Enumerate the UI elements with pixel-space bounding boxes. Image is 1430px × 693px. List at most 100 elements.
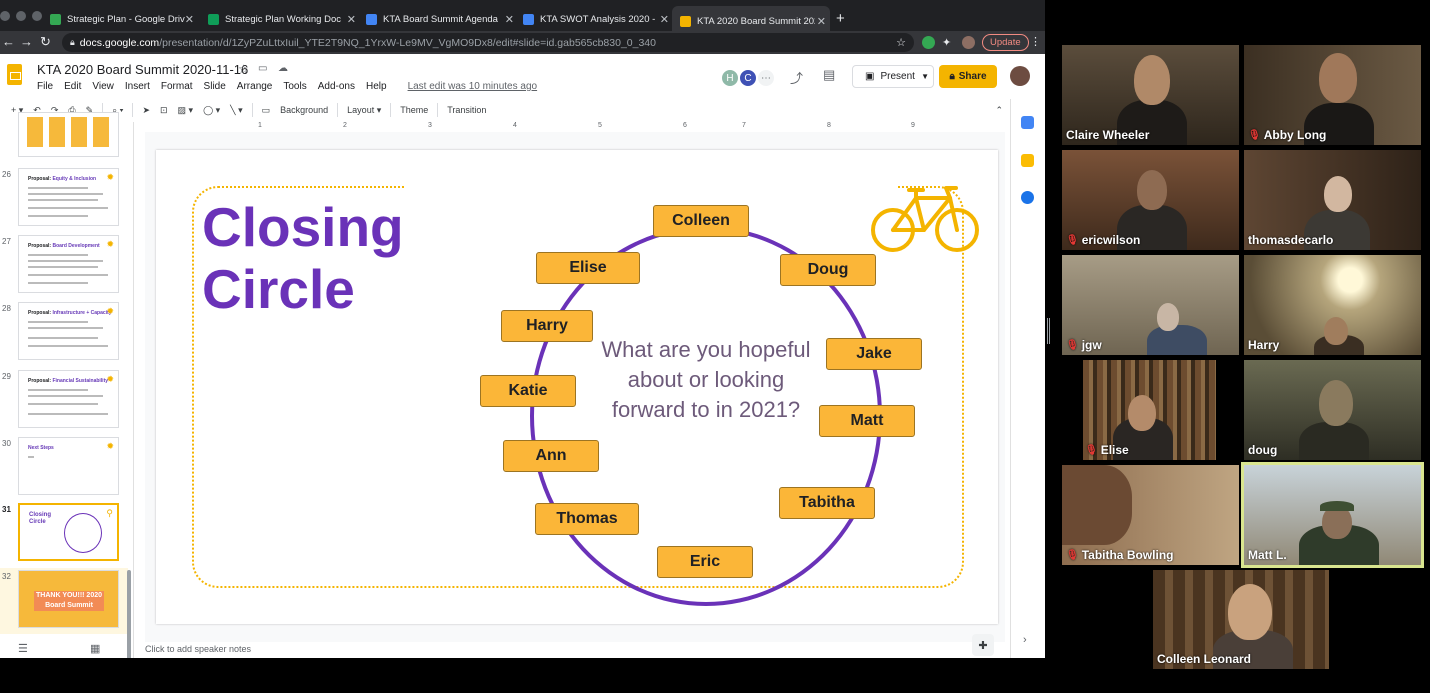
tab-swot[interactable]: KTA SWOT Analysis 2020 - Go ✕	[515, 8, 673, 30]
list-view-icon[interactable]: ☰	[18, 642, 28, 655]
text-box-icon[interactable]: ⊡	[155, 105, 173, 116]
name-box-matt[interactable]: Matt	[819, 405, 915, 437]
select-icon[interactable]: ➤	[137, 105, 155, 116]
tasks-icon[interactable]	[1021, 191, 1034, 204]
tab-drive[interactable]: Strategic Plan - Google Drive ✕	[42, 8, 198, 30]
bookmark-star-icon[interactable]: ☆	[896, 36, 906, 49]
move-folder-icon[interactable]: ▭	[258, 63, 267, 74]
present-button[interactable]: ▣ Present ▼	[852, 65, 934, 88]
video-tile-active-speaker[interactable]: Matt L.	[1241, 462, 1424, 568]
new-tab-icon[interactable]: +	[836, 10, 845, 27]
name-box-tabitha[interactable]: Tabitha	[779, 487, 875, 519]
slide-thumbnail-27[interactable]: Proposal: Board Development ✹	[18, 235, 119, 293]
slides-logo-icon[interactable]	[7, 64, 22, 85]
menu-help[interactable]: Help	[366, 81, 387, 92]
shape-icon[interactable]: ◯ ▾	[198, 105, 225, 116]
tab-agenda[interactable]: KTA Board Summit Agenda 20 ✕	[358, 8, 518, 30]
close-icon[interactable]: ✕	[817, 15, 826, 28]
activity-trend-icon[interactable]: ⤴	[790, 68, 803, 87]
last-edit-link[interactable]: Last edit was 10 minutes ago	[408, 81, 538, 92]
name-box-katie[interactable]: Katie	[480, 375, 576, 407]
video-tile[interactable]: 🎙︎ ericwilson	[1062, 150, 1239, 250]
extension-icon[interactable]	[922, 36, 935, 49]
theme-button[interactable]: Theme	[395, 105, 433, 115]
share-button[interactable]: 🔒︎ Share	[939, 65, 997, 88]
window-controls[interactable]	[0, 11, 42, 21]
calendar-icon[interactable]	[1021, 116, 1034, 129]
name-box-eric[interactable]: Eric	[657, 546, 753, 578]
slide-title[interactable]: Closing Circle	[202, 196, 404, 320]
muted-mic-icon: 🎙︎	[1248, 129, 1261, 141]
close-icon[interactable]: ✕	[505, 13, 514, 26]
collaborator-avatar[interactable]: C	[738, 68, 758, 88]
video-tile[interactable]: doug	[1244, 360, 1421, 460]
tab-working-doc[interactable]: Strategic Plan Working Doc as ✕	[200, 8, 360, 30]
video-tile[interactable]: thomasdecarlo	[1244, 150, 1421, 250]
forward-icon[interactable]: →	[20, 34, 33, 49]
menu-format[interactable]: Format	[161, 81, 193, 92]
video-tile[interactable]: Claire Wheeler	[1062, 45, 1239, 145]
comment-add-icon[interactable]: ▭	[257, 105, 276, 116]
menu-slide[interactable]: Slide	[204, 81, 226, 92]
reload-icon[interactable]: ↻	[40, 34, 51, 50]
more-icon[interactable]: ⋮	[1030, 35, 1041, 48]
slide-canvas[interactable]: Closing Circle What are you hopeful abou…	[156, 150, 998, 624]
layout-button[interactable]: Layout ▾	[342, 105, 386, 116]
document-title[interactable]: KTA 2020 Board Summit 2020-11-16	[37, 62, 248, 77]
image-icon[interactable]: ▨ ▾	[173, 105, 199, 116]
background-button[interactable]: Background	[275, 105, 333, 115]
menu-addons[interactable]: Add-ons	[318, 81, 355, 92]
url-input[interactable]: 🔒︎ docs.google.com/presentation/d/1ZyPZu…	[62, 33, 914, 52]
menu-edit[interactable]: Edit	[64, 81, 81, 92]
menu-arrange[interactable]: Arrange	[237, 81, 273, 92]
slide-thumbnail-28[interactable]: Proposal: Infrastructure + Capacity ✹	[18, 302, 119, 360]
speaker-notes[interactable]: Click to add speaker notes	[135, 644, 1005, 658]
panel-splitter[interactable]	[1047, 318, 1050, 344]
close-icon[interactable]: ✕	[185, 13, 194, 26]
slide-thumbnail-31[interactable]: Closing Circle ⚲	[18, 503, 119, 561]
video-tile[interactable]: 🎙︎ Abby Long	[1244, 45, 1421, 145]
menu-file[interactable]: File	[37, 81, 53, 92]
transition-button[interactable]: Transition	[442, 105, 491, 115]
name-box-elise[interactable]: Elise	[536, 252, 640, 284]
star-icon[interactable]: ☆	[238, 62, 249, 76]
chevron-down-icon[interactable]: ▼	[921, 72, 929, 81]
back-icon[interactable]: ←	[2, 34, 15, 49]
collaborator-avatar[interactable]: H	[720, 68, 740, 88]
menu-view[interactable]: View	[92, 81, 114, 92]
close-icon[interactable]: ✕	[660, 13, 669, 26]
close-icon[interactable]: ✕	[347, 13, 356, 26]
name-box-colleen[interactable]: Colleen	[653, 205, 749, 237]
expand-panel-icon[interactable]: ›	[1023, 634, 1027, 646]
collapse-toolbar-icon[interactable]: ⌃	[990, 105, 1008, 116]
slide-thumbnail-26[interactable]: Proposal: Equity & Inclusion ✹	[18, 168, 119, 226]
slide-thumbnail-30[interactable]: Next Steps ✹	[18, 437, 119, 495]
profile-avatar[interactable]	[962, 36, 975, 49]
name-box-ann[interactable]: Ann	[503, 440, 599, 472]
menu-insert[interactable]: Insert	[125, 81, 150, 92]
thumbnail-boxes	[27, 117, 111, 147]
video-tile[interactable]: Colleen Leonard	[1153, 570, 1329, 669]
update-button[interactable]: Update	[982, 34, 1029, 51]
account-avatar[interactable]	[1010, 66, 1030, 86]
slide-thumbnail-29[interactable]: Proposal: Financial Sustainability ✹	[18, 370, 119, 428]
muted-mic-icon: 🎙︎	[1066, 549, 1079, 561]
slide-question[interactable]: What are you hopeful about or looking fo…	[596, 335, 816, 425]
video-tile[interactable]: 🎙︎ Elise	[1083, 360, 1216, 460]
line-icon[interactable]: ╲ ▾	[225, 105, 247, 116]
name-box-thomas[interactable]: Thomas	[535, 503, 639, 535]
name-box-jake[interactable]: Jake	[826, 338, 922, 370]
video-tile[interactable]: 🎙︎ jgw	[1062, 255, 1239, 355]
name-box-harry[interactable]: Harry	[501, 310, 593, 342]
slide-thumbnail-32[interactable]: THANK YOU!!! 2020 Board Summit	[18, 570, 119, 628]
slide-thumbnail-25[interactable]	[18, 112, 119, 157]
keep-icon[interactable]	[1021, 154, 1034, 167]
more-collaborators-icon[interactable]: ⋯	[756, 68, 776, 88]
puzzle-icon[interactable]: ✦	[942, 36, 951, 49]
grid-view-icon[interactable]: ▦	[90, 642, 100, 655]
video-tile[interactable]: Harry	[1244, 255, 1421, 355]
video-tile[interactable]: 🎙︎ Tabitha Bowling	[1062, 465, 1239, 565]
menu-tools[interactable]: Tools	[283, 81, 306, 92]
name-box-doug[interactable]: Doug	[780, 254, 876, 286]
comments-icon[interactable]: ▤	[823, 67, 835, 83]
